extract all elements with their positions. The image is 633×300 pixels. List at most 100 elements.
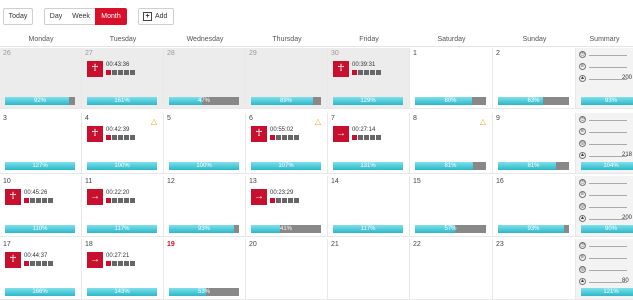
intensity-indicator (352, 135, 381, 140)
daily-goal-progress-bar: 80% (415, 97, 486, 105)
daily-goal-progress-bar: 92% (5, 97, 75, 105)
day-cell-11[interactable]: 11 → 00:22:20 117% (82, 176, 164, 237)
intensity-square (124, 198, 129, 203)
intensity-square (112, 198, 117, 203)
intensity-square (124, 135, 129, 140)
day-number: 30 (331, 50, 339, 57)
day-cell-20[interactable]: 20 (246, 239, 328, 300)
intensity-square (370, 70, 375, 75)
day-number: 1 (413, 50, 417, 57)
day-cell-1[interactable]: 1 80% (410, 48, 493, 109)
activity-entry[interactable]: ☥ 00:45:26 (5, 189, 60, 207)
intensity-indicator (352, 70, 381, 75)
summary-divider (589, 270, 627, 271)
intensity-indicator (270, 198, 299, 203)
day-cell-5[interactable]: 5 100% (164, 113, 246, 174)
month-view-button[interactable]: Month (95, 8, 127, 25)
activity-entry[interactable]: → 00:22:20 (87, 189, 142, 207)
day-cell-29[interactable]: 29 89% (246, 48, 328, 109)
activity-entry[interactable]: ☥ 00:55:02 (251, 126, 306, 144)
activity-entry[interactable]: ☥ 00:43:36 (87, 61, 142, 79)
intensity-indicator (106, 198, 135, 203)
progress-label: 92% (33, 98, 46, 104)
summary-progress-bar: 104% (581, 162, 633, 170)
intensity-square (352, 70, 357, 75)
intensity-square (352, 135, 357, 140)
day-cell-19[interactable]: 19 53% (164, 239, 246, 300)
day-cell-14[interactable]: 14 117% (328, 176, 410, 237)
day-cell-30[interactable]: 30 ☥ 00:39:31 129% (328, 48, 410, 109)
progress-label: 57% (444, 226, 457, 232)
day-cell-7[interactable]: 7 → 00:27:14 131% (328, 113, 410, 174)
day-number: 21 (331, 241, 339, 248)
intensity-square (358, 70, 363, 75)
progress-label: 41% (279, 226, 292, 232)
day-cell-9[interactable]: 9 81% (493, 113, 576, 174)
activity-duration: 00:45:26 (24, 190, 48, 196)
day-view-button[interactable]: Day (44, 8, 68, 25)
activity-duration: 00:39:31 (352, 62, 376, 68)
summary-divider (589, 67, 627, 68)
intensity-square (376, 135, 381, 140)
day-cell-17[interactable]: 17 ☥ 00:44:37 166% (0, 239, 82, 300)
intensity-square (124, 70, 129, 75)
running-icon: → (333, 126, 349, 142)
activity-entry[interactable]: → 00:27:14 (333, 126, 388, 144)
intensity-square (36, 261, 41, 266)
day-cell-16[interactable]: 16 93% (493, 176, 576, 237)
intensity-square (364, 70, 369, 75)
intensity-square (294, 135, 299, 140)
intensity-square (130, 70, 135, 75)
activity-entry[interactable]: ☥ 00:39:31 (333, 61, 388, 79)
day-cell-27[interactable]: 27 ☥ 00:43:36 161% (82, 48, 164, 109)
activity-entry[interactable]: ☥ 00:44:37 (5, 252, 60, 270)
flame-icon: ▲ (579, 75, 586, 82)
activity-entry[interactable]: ☥ 00:42:39 (87, 126, 142, 144)
day-number: 7 (331, 115, 335, 122)
add-button[interactable]: + Add (138, 8, 174, 25)
intensity-indicator (270, 135, 299, 140)
daily-goal-progress-bar: 129% (333, 97, 403, 105)
day-number: 29 (249, 50, 257, 57)
day-cell-6[interactable]: 6 △ ☥ 00:55:02 107% (246, 113, 328, 174)
activity-entry[interactable]: → 00:27:21 (87, 252, 142, 270)
progress-label: 89% (279, 98, 292, 104)
day-cell-12[interactable]: 12 93% (164, 176, 246, 237)
day-cell-3[interactable]: 3 127% (0, 113, 82, 174)
day-cell-26[interactable]: 26 92% (0, 48, 82, 109)
intensity-square (42, 261, 47, 266)
day-cell-22[interactable]: 22 (410, 239, 493, 300)
day-cell-21[interactable]: 21 (328, 239, 410, 300)
week-summary-cell: ◷ ≡ ◎ ▲ 80 121% (576, 239, 633, 300)
intensity-square (106, 70, 111, 75)
progress-label: 93% (604, 98, 617, 104)
day-cell-13[interactable]: 13 → 00:23:29 41% (246, 176, 328, 237)
daily-goal-progress-bar: 166% (5, 288, 75, 296)
day-number: 5 (167, 115, 171, 122)
day-cell-28[interactable]: 28 47% (164, 48, 246, 109)
day-cell-18[interactable]: 18 → 00:27:21 143% (82, 239, 164, 300)
day-cell-10[interactable]: 10 ☥ 00:45:26 110% (0, 176, 82, 237)
intensity-square (294, 198, 299, 203)
day-number: 13 (249, 178, 257, 185)
today-button[interactable]: Today (3, 8, 33, 25)
activity-entry[interactable]: → 00:23:29 (251, 189, 306, 207)
daily-goal-progress-bar: 131% (333, 162, 403, 170)
intensity-indicator (106, 261, 135, 266)
intensity-square (370, 135, 375, 140)
intensity-square (42, 198, 47, 203)
daily-goal-progress-bar: 53% (169, 288, 239, 296)
daily-goal-progress-bar: 93% (169, 225, 239, 233)
summary-progress-bar: 121% (581, 288, 633, 296)
intensity-square (106, 198, 111, 203)
weightlifting-icon: ☥ (87, 126, 103, 142)
day-cell-2[interactable]: 2 63% (493, 48, 576, 109)
day-cell-15[interactable]: 15 57% (410, 176, 493, 237)
intensity-square (118, 70, 123, 75)
week-view-button[interactable]: Week (67, 8, 96, 25)
day-cell-4[interactable]: 4 △ ☥ 00:42:39 100% (82, 113, 164, 174)
intensity-indicator (106, 70, 135, 75)
day-cell-23[interactable]: 23 (493, 239, 576, 300)
day-cell-8[interactable]: 8 △ 81% (410, 113, 493, 174)
intensity-square (24, 198, 29, 203)
